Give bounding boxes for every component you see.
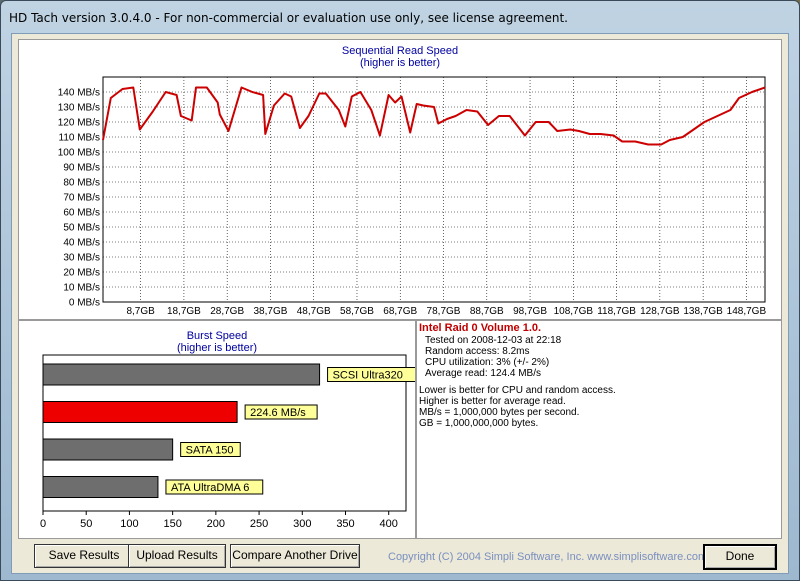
y-tick-label: 110 MB/s	[59, 133, 101, 144]
note-line: GB = 1,000,000,000 bytes.	[419, 418, 539, 429]
average-read: Average read: 124.4 MB/s	[425, 368, 541, 379]
y-tick-label: 40 MB/s	[63, 238, 100, 249]
title-bar[interactable]: HD Tach version 3.0.4.0 - For non-commer…	[1, 1, 799, 33]
x-tick-label: 38,7GB	[253, 306, 287, 317]
client-area: Sequential Read Speed (higher is better)…	[11, 33, 789, 574]
x-tick-label: 18,7GB	[167, 306, 201, 317]
random-access: Random access: 8.2ms	[425, 346, 530, 357]
x-tick-label: 88,7GB	[470, 306, 504, 317]
y-tick-label: 10 MB/s	[63, 283, 100, 294]
note-line: Higher is better for average read.	[419, 396, 566, 407]
sequential-read-chart: 0 MB/s 10 MB/s 20 MB/s 30 MB/s 40 MB/s 50 MB/…	[58, 76, 767, 317]
window-title: HD Tach version 3.0.4.0 - For non-commer…	[9, 11, 568, 25]
x-tick-label: 118,7GB	[597, 306, 636, 317]
save-results-button[interactable]: Save Results	[34, 544, 134, 568]
cpu-utilization: CPU utilization: 3% (+/- 2%)	[425, 357, 550, 368]
copyright-text: Copyright (C) 2004 Simpli Software, Inc.…	[388, 551, 708, 563]
y-tick-label: 70 MB/s	[63, 193, 100, 204]
burst-bar	[42, 476, 159, 498]
bar-label: SCSI Ultra320	[333, 370, 403, 382]
results-info-panel: Intel Raid 0 Volume 1.0. Tested on 2008-…	[416, 320, 782, 539]
x-tick-label: 68,7GB	[383, 306, 417, 317]
burst-speed-panel: Burst Speed (higher is better) 0 50 100 150…	[18, 320, 416, 539]
x-tick-label: 78,7GB	[427, 306, 461, 317]
x-tick-label: 48,7GB	[297, 306, 331, 317]
x-tick-label: 300	[293, 518, 311, 530]
x-tick-label: 108,7GB	[554, 306, 594, 317]
x-tick-label: 58,7GB	[340, 306, 374, 317]
bar-label: SATA 150	[186, 445, 234, 457]
y-tick-label: 30 MB/s	[63, 253, 100, 264]
done-button[interactable]: Done	[703, 544, 777, 570]
x-tick-label: 150	[163, 518, 181, 530]
x-tick-label: 28,7GB	[210, 306, 244, 317]
y-tick-label: 90 MB/s	[63, 163, 100, 174]
y-tick-label: 140 MB/s	[58, 88, 100, 99]
x-tick-label: 98,7GB	[513, 306, 547, 317]
bar-label: ATA UltraDMA 6	[171, 482, 249, 494]
x-tick-label: 200	[207, 518, 225, 530]
drive-name: Intel Raid 0 Volume 1.0.	[419, 322, 542, 334]
y-tick-label: 80 MB/s	[63, 178, 100, 189]
y-tick-label: 0 MB/s	[69, 298, 100, 309]
y-tick-label: 20 MB/s	[63, 268, 100, 279]
tested-date: Tested on 2008-12-03 at 22:18	[425, 335, 562, 346]
y-tick-label: 60 MB/s	[63, 208, 100, 219]
y-tick-label: 50 MB/s	[63, 223, 100, 234]
note-line: Lower is better for CPU and random acces…	[419, 385, 616, 396]
x-tick-label: 138,7GB	[683, 306, 723, 317]
x-tick-label: 250	[250, 518, 268, 530]
sequential-read-panel: Sequential Read Speed (higher is better)…	[18, 39, 782, 320]
upload-results-button[interactable]: Upload Results	[128, 544, 226, 568]
y-tick-label: 120 MB/s	[58, 118, 100, 129]
burst-bar	[42, 438, 174, 461]
bar-label: 224.6 MB/s	[250, 407, 306, 419]
x-tick-label: 0	[40, 518, 46, 530]
burst-bar	[42, 401, 238, 423]
x-tick-label: 50	[80, 518, 92, 530]
x-tick-label: 350	[336, 518, 354, 530]
app-window: HD Tach version 3.0.4.0 - For non-commer…	[0, 0, 800, 581]
compare-drive-button[interactable]: Compare Another Drive	[230, 544, 360, 568]
y-tick-label: 130 MB/s	[58, 103, 100, 114]
note-line: MB/s = 1,000,000 bytes per second.	[419, 407, 580, 418]
x-tick-label: 8,7GB	[126, 306, 155, 317]
x-tick-label: 100	[120, 518, 138, 530]
burst-bar	[42, 363, 321, 386]
burst-speed-chart: 0 50 100 150 200 250 300 350 400 SCSI Ultra320 224…	[40, 354, 415, 530]
x-tick-label: 128,7GB	[640, 306, 680, 317]
y-tick-label: 100 MB/s	[58, 148, 100, 159]
x-tick-label: 148,7GB	[727, 306, 767, 317]
x-tick-label: 400	[380, 518, 398, 530]
